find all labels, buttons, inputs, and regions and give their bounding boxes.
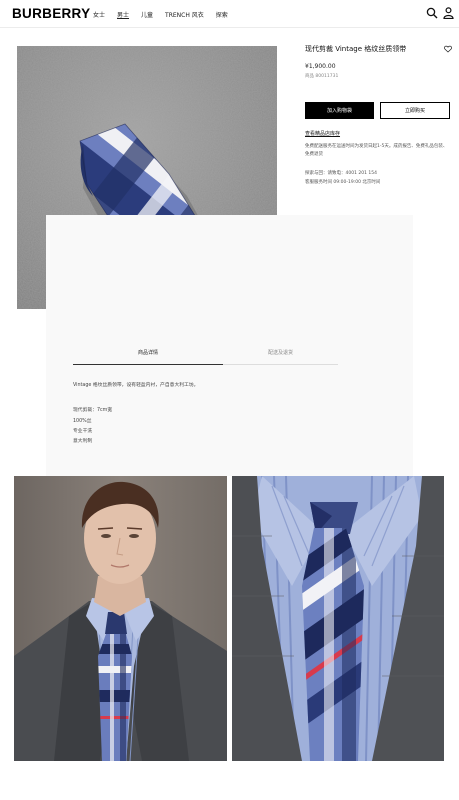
spec-item: 意大利制 (73, 439, 93, 444)
product-price: ¥1,900.00 (305, 63, 336, 70)
nav-item-women[interactable]: 女士 (93, 10, 105, 19)
spec-item: 100%丝 (73, 419, 92, 424)
heart-icon[interactable] (444, 45, 452, 53)
account-icon[interactable] (443, 7, 454, 19)
service-hours: 客服服务时间 09:00-19:00 北京时间 (305, 180, 381, 185)
item-number: 商品 80011731 (305, 74, 339, 79)
product-title: 现代剪裁 Vintage 格纹丝质领带 (305, 45, 407, 53)
nav-item-men[interactable]: 男士 (117, 10, 129, 19)
nav-item-trench[interactable]: TRENCH 风衣 (165, 10, 204, 19)
details-tabs: 商品详情 配送及退货 (73, 346, 338, 365)
product-description: Vintage 格纹丝质领带，设有轻盈内衬，产自意大利工坊。 (73, 383, 199, 388)
top-navigation: BURBERRY 女士 男士 儿童 TRENCH 风衣 探索 (0, 0, 459, 28)
shipping-note: 免费配送服务在运送时间为发货日起1-5天。成药报告、免费礼品包装、免费退货 (305, 144, 448, 157)
search-icon[interactable] (426, 7, 438, 19)
store-stock-link[interactable]: 查看精品店库存 (305, 130, 340, 137)
tie-closeup-photo[interactable] (232, 476, 444, 761)
spec-item: 专业干洗 (73, 429, 93, 434)
service-phone: 探索与回：请致电：4001 201 154 (305, 171, 377, 176)
add-to-cart-button[interactable]: 加入购物袋 (305, 102, 374, 119)
buy-now-button[interactable]: 立即购买 (380, 102, 450, 119)
model-photo[interactable] (14, 476, 227, 761)
nav-item-explore[interactable]: 探索 (216, 10, 228, 19)
spec-item: 现代剪裁：7cm宽 (73, 408, 113, 413)
main-nav: 女士 男士 儿童 TRENCH 风衣 探索 (93, 10, 240, 19)
tab-delivery-returns[interactable]: 配送及退货 (223, 346, 338, 365)
tab-product-details[interactable]: 商品详情 (73, 346, 223, 365)
nav-item-children[interactable]: 儿童 (141, 10, 153, 19)
brand-logo[interactable]: BURBERRY (12, 6, 90, 21)
